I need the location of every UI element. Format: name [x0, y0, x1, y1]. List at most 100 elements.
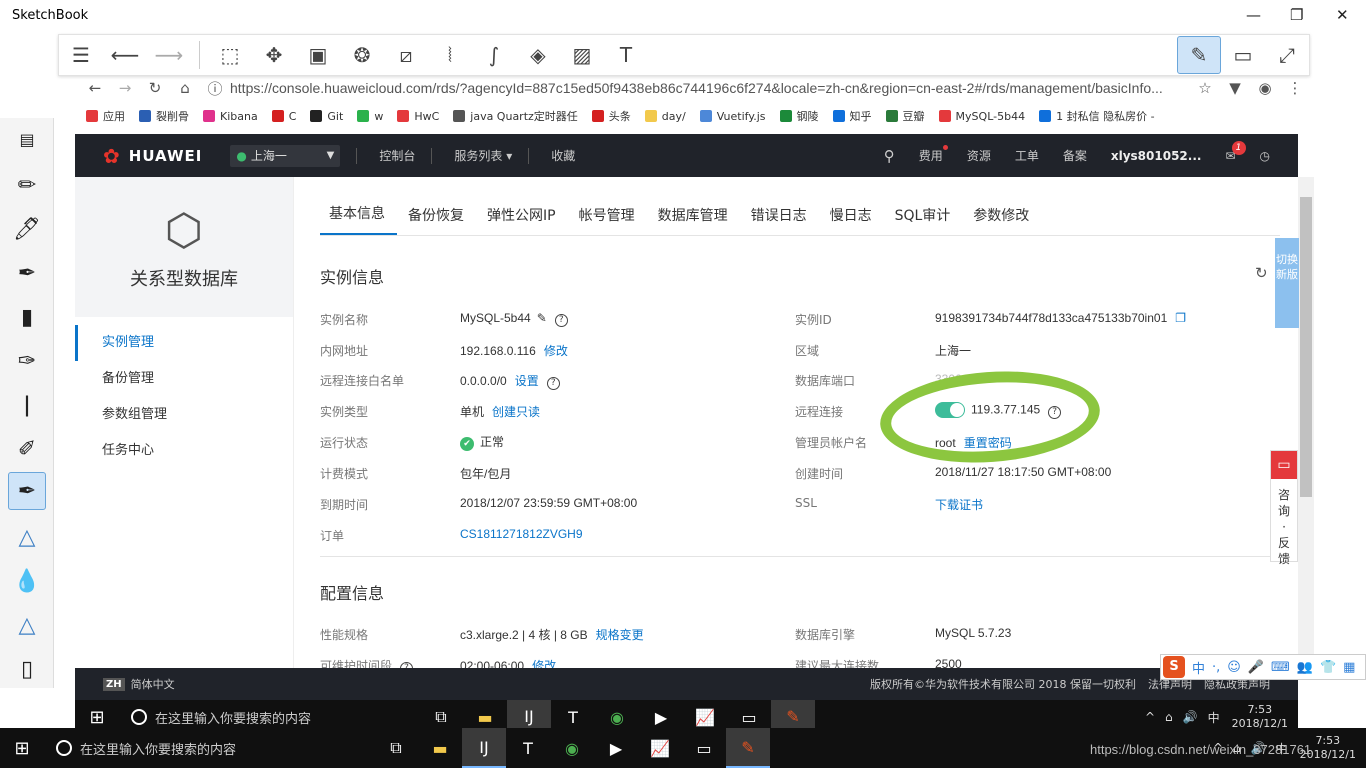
sidebar-item-tasks[interactable]: 任务中心	[75, 433, 293, 469]
ime-mode[interactable]: 中	[1192, 658, 1205, 677]
pencil-brush-icon[interactable]: ✏	[8, 166, 46, 204]
profile-icon[interactable]: ◉	[1250, 79, 1280, 97]
felt-brush-icon[interactable]: ✒	[8, 254, 46, 292]
punctuation-icon[interactable]: ·,	[1212, 660, 1220, 675]
marker-brush-icon[interactable]: 🖊	[8, 210, 46, 248]
mic-icon[interactable]: 🎤	[1248, 660, 1264, 675]
ruler-icon[interactable]: ⧄	[384, 36, 428, 74]
help-icon[interactable]: ?	[554, 314, 568, 327]
url-field[interactable]: https://console.huaweicloud.com/rds/?age…	[230, 80, 1190, 96]
tab-databases[interactable]: 数据库管理	[649, 205, 740, 235]
star-icon[interactable]: ☆	[1190, 79, 1220, 97]
forward-icon[interactable]: →	[110, 79, 140, 97]
sketchbook-taskbar-icon[interactable]: ✎	[726, 728, 770, 768]
change-flavor-link[interactable]: 规格变更	[596, 628, 644, 642]
bookmark-item[interactable]: Git	[310, 110, 343, 123]
back-icon[interactable]: ←	[80, 79, 110, 97]
search-icon[interactable]: ⚲	[884, 147, 895, 165]
tab-error-log[interactable]: 错误日志	[742, 205, 819, 235]
window-icon[interactable]: ▭	[1221, 36, 1265, 74]
task-view-icon[interactable]: ⧉	[374, 728, 418, 768]
windows-start-icon[interactable]: ⊞	[0, 728, 44, 768]
header-resources[interactable]: 资源	[967, 147, 991, 164]
select-icon[interactable]: ⬚	[208, 36, 252, 74]
sogou-icon[interactable]: S	[1163, 656, 1185, 678]
image-icon[interactable]: ▨	[560, 36, 604, 74]
more-icon[interactable]: ⋮	[1280, 79, 1310, 97]
move-icon[interactable]: ✥	[252, 36, 296, 74]
bookmark-item[interactable]: java Quartz定时器任	[453, 108, 578, 124]
palette-menu-icon[interactable]: ▤	[8, 120, 46, 158]
skin-icon[interactable]: 👕	[1320, 660, 1336, 675]
tab-parameters[interactable]: 参数修改	[964, 205, 1041, 235]
typora-icon[interactable]: T	[506, 728, 550, 768]
undo-icon[interactable]: ⟵	[103, 36, 147, 74]
user-icon[interactable]: 👥	[1297, 660, 1313, 675]
help-icon[interactable]: ?	[546, 377, 560, 390]
tray-up-icon[interactable]: ^	[1145, 710, 1155, 724]
emoji-icon[interactable]: ☺	[1227, 660, 1241, 675]
bookmark-item[interactable]: 豆瓣	[885, 108, 925, 124]
taskbar-search[interactable]: 在这里输入你要搜索的内容	[44, 739, 374, 758]
mail-icon[interactable]: ✉ 1	[1225, 140, 1246, 163]
fullscreen-icon[interactable]: ⤢	[1265, 36, 1309, 74]
canvas-icon[interactable]: ▣	[296, 36, 340, 74]
huawei-logo[interactable]: ✿ HUAWEI	[103, 144, 202, 168]
ink-brush-icon[interactable]: ✑	[8, 342, 46, 380]
header-billing[interactable]: 费用	[919, 145, 948, 164]
fountain-pen-icon[interactable]: ✒	[8, 472, 46, 510]
tray-ime[interactable]: 中	[1208, 709, 1220, 726]
language-switch[interactable]: ZH 简体中文	[103, 676, 175, 692]
symmetry-icon[interactable]: ❂	[340, 36, 384, 74]
header-filing[interactable]: 备案	[1063, 147, 1087, 164]
bookmark-item[interactable]: 裂削骨	[139, 108, 189, 124]
tab-basic-info[interactable]: 基本信息	[320, 203, 397, 235]
pen-icon[interactable]: ✎	[1177, 36, 1221, 74]
curve-icon[interactable]: ∫	[472, 36, 516, 74]
bookmark-item[interactable]: 钢陵	[779, 108, 819, 124]
bookmark-item[interactable]: day/	[644, 110, 686, 123]
nav-console[interactable]: 控制台	[379, 147, 415, 164]
tab-slow-log[interactable]: 慢日志	[821, 205, 884, 235]
switch-new-version-button[interactable]: 切换新版	[1275, 238, 1299, 328]
header-tickets[interactable]: 工单	[1015, 147, 1039, 164]
header-account[interactable]: xlys801052...	[1111, 149, 1202, 163]
page-scrollbar[interactable]	[1298, 177, 1314, 668]
region-selector[interactable]: ● 上海一 ▼	[230, 144, 341, 167]
taskbar-search[interactable]: 在这里输入你要搜索的内容	[119, 708, 419, 727]
bookmark-item[interactable]: 应用	[86, 108, 125, 124]
chrome-icon[interactable]: ◉	[550, 728, 594, 768]
text-icon[interactable]: T	[604, 36, 648, 74]
bookmark-item[interactable]: Kibana	[203, 110, 258, 123]
sidebar-item-parameter-groups[interactable]: 参数组管理	[75, 397, 293, 433]
maximize-icon[interactable]: ❐	[1290, 6, 1303, 24]
explorer-icon[interactable]: ▬	[418, 728, 462, 768]
consult-feedback-button[interactable]: ▭ 咨询·反馈	[1270, 450, 1298, 566]
scrollbar-thumb[interactable]	[1300, 197, 1312, 497]
shape-icon[interactable]: ◈	[516, 36, 560, 74]
bookmark-item[interactable]: MySQL-5b44	[938, 110, 1025, 123]
eraser-icon[interactable]: ▯	[8, 650, 46, 688]
bookmark-item[interactable]: Vuetify.js	[699, 110, 766, 123]
smudge-icon[interactable]: △	[8, 606, 46, 644]
tab-accounts[interactable]: 帐号管理	[570, 205, 647, 235]
redo-icon[interactable]: ⟶	[147, 36, 191, 74]
mirror-icon[interactable]: ⦚	[428, 36, 472, 74]
keyboard-icon[interactable]: ⌨	[1271, 660, 1290, 675]
close-icon[interactable]: ✕	[1336, 6, 1349, 24]
modify-ip-link[interactable]: 修改	[544, 344, 568, 358]
download-cert-link[interactable]: 下载证书	[935, 496, 983, 513]
sidebar-item-backups[interactable]: 备份管理	[75, 361, 293, 397]
refresh-icon[interactable]: ↻	[1255, 264, 1268, 282]
chisel-brush-icon[interactable]: ▮	[8, 298, 46, 336]
volume-icon[interactable]: 🔊	[1183, 710, 1198, 724]
reload-icon[interactable]: ↻	[140, 79, 170, 97]
clock[interactable]: 7:53 2018/12/1	[1232, 703, 1288, 731]
tab-eip[interactable]: 弹性公网IP	[478, 205, 568, 235]
bookmark-item[interactable]: w	[357, 110, 383, 123]
chart-app-icon[interactable]: 📈	[638, 728, 682, 768]
menu-icon[interactable]: ▼	[1220, 79, 1250, 97]
bookmark-item[interactable]: 1 封私信 隐私房价 -	[1039, 108, 1155, 124]
sidebar-item-instances[interactable]: 实例管理	[75, 325, 293, 361]
water-drop-icon[interactable]: 💧	[8, 562, 46, 600]
